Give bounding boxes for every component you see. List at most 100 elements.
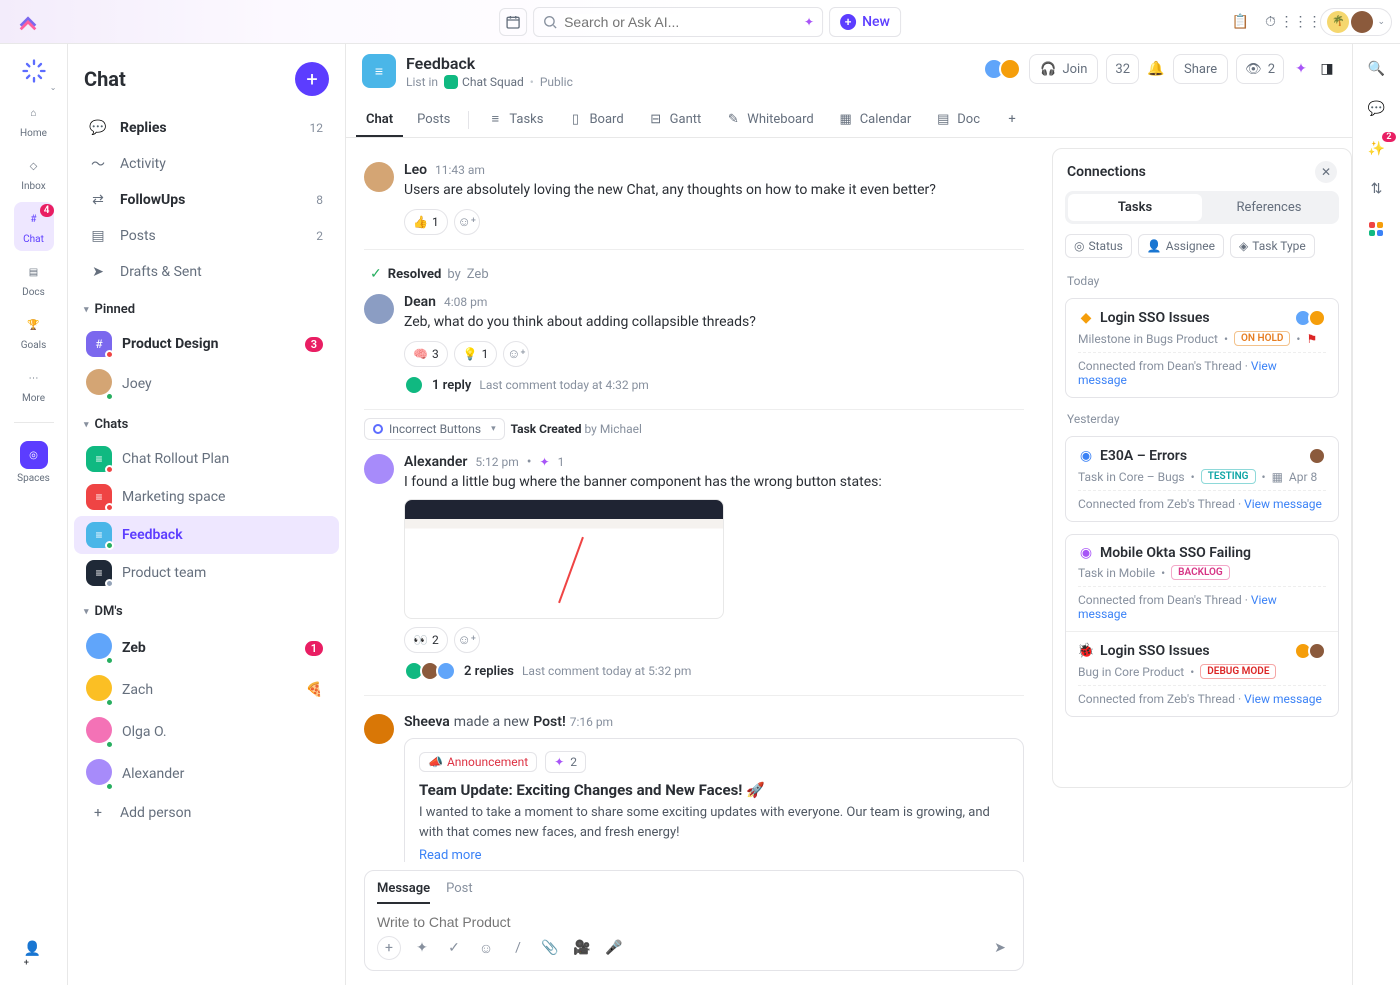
tab-gantt[interactable]: ⊟Gantt [638,103,712,137]
tab-calendar[interactable]: ▦Calendar [828,103,922,137]
author[interactable]: Leo [404,162,427,178]
filter-assignee[interactable]: 👤Assignee [1138,234,1224,258]
author[interactable]: Sheeva [404,714,450,730]
thread-summary[interactable]: 2 replies Last comment today at 5:32 pm [404,661,1024,681]
attached-image[interactable] [404,499,724,619]
avatar[interactable] [364,162,394,192]
reaction[interactable]: 💡1 [454,341,498,367]
connection-card[interactable]: ◉Mobile Okta SSO Failing Task in Mobile•… [1066,535,1338,631]
rail-home[interactable]: ⌂Home [14,96,54,145]
add-reaction[interactable]: ☺⁺ [454,627,480,653]
tab-posts[interactable]: Posts [407,104,460,137]
task-tool-icon[interactable]: ✓ [443,937,465,959]
bell-icon[interactable]: 🔔 [1147,60,1165,78]
apps-icon[interactable]: ⋮⋮⋮ [1290,12,1310,32]
sidebar-drafts[interactable]: ➤Drafts & Sent [74,254,339,290]
conn-tab-references[interactable]: References [1202,194,1336,221]
rail-spaces[interactable]: ◎Spaces [14,435,54,490]
chat-item[interactable]: ≡Product team [74,554,339,592]
slash-tool-icon[interactable]: / [507,937,529,959]
avatar[interactable] [364,714,394,744]
chat-item[interactable]: ≡Chat Rollout Plan [74,440,339,478]
view-message-link[interactable]: View message [1244,497,1322,511]
conn-tab-tasks[interactable]: Tasks [1068,194,1202,221]
author[interactable]: Alexander [404,454,467,470]
reaction[interactable]: 👀2 [404,627,448,653]
breadcrumb-space[interactable]: Chat Squad [444,75,524,89]
watchers[interactable]: 👁2 [1236,54,1284,84]
connection-card[interactable]: 🐞Login SSO Issues Bug in Core Product•DE… [1066,631,1338,716]
attach-tool-icon[interactable]: 📎 [539,937,561,959]
add-reaction[interactable]: ☺⁺ [503,341,529,367]
global-search[interactable]: ✦ [533,7,823,37]
avatar[interactable] [364,294,394,324]
filter-task-type[interactable]: ◈Task Type [1230,234,1315,258]
author[interactable]: Dean [404,294,436,310]
ai-chat-icon[interactable]: 2✨ [1364,136,1390,162]
chat-item[interactable]: ≡Marketing space [74,478,339,516]
comments-icon[interactable]: 💬 [1364,96,1390,122]
sidebar-followups[interactable]: ⇄FollowUps8 [74,182,339,218]
sidebar-replies[interactable]: 💬Replies12 [74,110,339,146]
read-more-link[interactable]: Read more [419,848,482,862]
rail-more[interactable]: ⋯More [14,361,54,410]
section-chats[interactable]: ▾Chats [68,409,345,440]
calendar-button[interactable] [499,8,527,36]
join-button[interactable]: 🎧Join [1029,54,1098,84]
invite-icon[interactable]: 👤⁺ [24,947,44,967]
activity-rail-icon[interactable]: ⇅ [1364,176,1390,202]
search-icon[interactable]: 🔍 [1364,56,1390,82]
share-button[interactable]: Share [1173,54,1228,84]
thread-summary[interactable]: 1 reply Last comment today at 4:32 pm [404,375,1024,395]
user-menu[interactable]: 🌴 ⌄ [1320,8,1392,36]
sidebar-posts[interactable]: ▤Posts2 [74,218,339,254]
add-person[interactable]: +Add person [74,795,339,831]
section-dms[interactable]: ▾DM's [68,596,345,627]
filter-status[interactable]: ◎Status [1065,234,1132,258]
tab-chat[interactable]: Chat [356,104,403,137]
rail-goals[interactable]: 🏆Goals [14,308,54,357]
pinned-item[interactable]: #Product Design3 [74,325,339,363]
dm-item[interactable]: Zeb1 [74,627,339,669]
connection-card[interactable]: ◉E30A – Errors Task in Core – Bugs•TESTI… [1065,436,1339,522]
search-input[interactable] [564,14,798,30]
app-logo[interactable] [8,11,48,33]
emoji-tool-icon[interactable]: ☺ [475,937,497,959]
workspace-switcher[interactable]: ⌄ [17,54,51,88]
member-avatars[interactable] [989,58,1021,80]
rail-docs[interactable]: ▤Docs [14,255,54,304]
ai-chip[interactable]: ✦2 [545,751,586,773]
add-chat-button[interactable]: + [295,62,329,96]
ai-icon[interactable]: ✦ [1292,60,1310,78]
apps-grid-icon[interactable] [1364,216,1390,242]
dm-item[interactable]: Alexander [74,753,339,795]
add-tool[interactable]: + [377,936,401,960]
video-tool-icon[interactable]: 🎥 [571,937,593,959]
rail-chat[interactable]: 4#Chat [14,202,54,251]
send-button[interactable]: ➤ [989,937,1011,959]
timer-icon[interactable]: ⏱ [1260,12,1280,32]
tab-whiteboard[interactable]: ✎Whiteboard [715,103,823,137]
compose-tab-post[interactable]: Post [446,881,473,904]
task-chip[interactable]: Incorrect Buttons▾ [364,418,505,440]
pinned-item[interactable]: Joey [74,363,339,405]
connection-card[interactable]: ◆Login SSO Issues Milestone in Bugs Prod… [1065,298,1339,398]
reaction[interactable]: 👍1 [404,209,448,235]
member-count[interactable]: 32 [1106,54,1139,84]
avatar[interactable] [364,454,394,484]
mic-tool-icon[interactable]: 🎤 [603,937,625,959]
rail-inbox[interactable]: ◇Inbox [14,149,54,198]
dm-item[interactable]: Zach🍕 [74,669,339,711]
tab-doc[interactable]: ▤Doc [925,103,990,137]
add-reaction[interactable]: ☺⁺ [454,209,480,235]
compose-tab-message[interactable]: Message [377,881,430,904]
add-view[interactable]: + [994,103,1030,137]
compose-input[interactable] [377,904,1011,936]
tab-board[interactable]: ▯Board [557,103,633,137]
new-button[interactable]: + New [829,7,901,37]
dm-item[interactable]: Olga O. [74,711,339,753]
close-panel-button[interactable]: ✕ [1315,161,1337,183]
tab-tasks[interactable]: ≡Tasks [477,103,553,137]
chat-item-active[interactable]: ≡Feedback [74,516,339,554]
post-card[interactable]: 📣Announcement ✦2 Team Update: Exciting C… [404,738,1024,862]
